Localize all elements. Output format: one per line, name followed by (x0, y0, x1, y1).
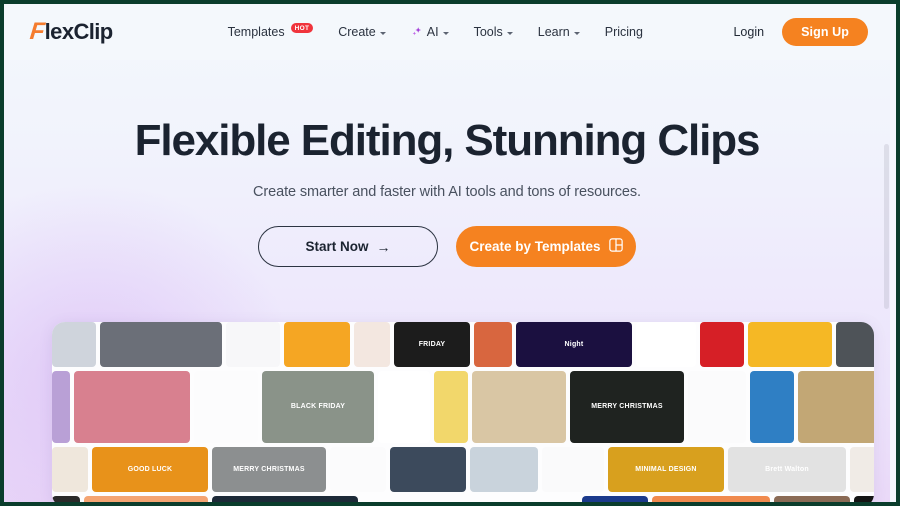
template-thumbnail[interactable] (748, 322, 832, 367)
create-by-templates-button[interactable]: Create by Templates (456, 226, 636, 268)
template-thumbnail-label: Night (564, 340, 584, 348)
template-thumbnail[interactable] (434, 371, 468, 443)
template-thumbnail[interactable] (774, 496, 850, 502)
template-thumbnail[interactable] (378, 371, 430, 443)
template-thumbnail[interactable] (854, 496, 874, 502)
nav-item-ai[interactable]: AI (411, 25, 449, 39)
template-thumbnail[interactable]: BLACK FRIDAY (262, 371, 374, 443)
template-thumbnail-label: BLACK FRIDAY (290, 403, 346, 411)
collage-row (52, 496, 874, 502)
template-thumbnail[interactable] (52, 447, 88, 492)
chevron-down-icon (379, 31, 386, 35)
browser-frame: F lexClip Templates HOT Create AI Tools … (4, 4, 896, 502)
template-thumbnail[interactable] (354, 322, 390, 367)
template-thumbnail[interactable] (52, 322, 96, 367)
template-thumbnail[interactable] (330, 447, 386, 492)
nav-item-templates[interactable]: Templates HOT (227, 23, 314, 39)
nav-label-create: Create (338, 25, 376, 39)
template-thumbnail[interactable] (100, 322, 222, 367)
layout-grid-icon (608, 238, 623, 255)
template-thumbnail[interactable] (636, 322, 696, 367)
template-thumbnail[interactable] (750, 371, 794, 443)
template-thumbnail[interactable]: MINIMAL DESIGN (608, 447, 724, 492)
template-thumbnail[interactable] (284, 322, 350, 367)
template-thumbnail[interactable] (74, 371, 190, 443)
start-now-button[interactable]: Start Now → (258, 226, 438, 268)
template-thumbnail-label: GOOD LUCK (127, 465, 173, 473)
template-thumbnail[interactable] (688, 371, 746, 443)
template-thumbnail[interactable] (472, 371, 566, 443)
hero-section: Flexible Editing, Stunning Clips Create … (4, 60, 890, 268)
template-thumbnail[interactable]: Night (516, 322, 632, 367)
nav-item-create[interactable]: Create (338, 25, 386, 39)
hot-badge: HOT (290, 23, 314, 33)
chevron-down-icon (442, 31, 449, 35)
template-thumbnail[interactable] (84, 496, 208, 502)
logo-wordmark: lexClip (44, 19, 114, 44)
template-collage[interactable]: FRIDAY Night BLACK FRIDAY MERRY CHRISTMAS GO… (52, 322, 874, 502)
page-root: F lexClip Templates HOT Create AI Tools … (4, 4, 890, 502)
collage-row: FRIDAY Night (52, 322, 874, 371)
site-header: F lexClip Templates HOT Create AI Tools … (4, 4, 890, 60)
create-by-templates-label: Create by Templates (469, 239, 601, 255)
nav-label-learn: Learn (537, 25, 570, 39)
template-thumbnail-label: FRIDAY (418, 340, 446, 348)
vertical-scrollbar[interactable] (883, 4, 890, 502)
logo-f-mark: F (28, 18, 46, 45)
template-thumbnail[interactable] (390, 447, 466, 492)
template-thumbnail[interactable] (652, 496, 770, 502)
template-thumbnail[interactable]: FRIDAY (394, 322, 470, 367)
collage-row: GOOD LUCK MERRY CHRISTMAS MINIMAL DESIGN Br… (52, 447, 874, 496)
page-title: Flexible Editing, Stunning Clips (134, 116, 761, 165)
template-thumbnail[interactable]: MERRY CHRISTMAS (212, 447, 326, 492)
collage-row: BLACK FRIDAY MERRY CHRISTMAS (52, 371, 874, 447)
template-thumbnail[interactable] (798, 371, 874, 443)
chevron-down-icon (506, 31, 513, 35)
template-thumbnail[interactable] (582, 496, 648, 502)
start-now-label: Start Now (305, 239, 369, 255)
template-thumbnail[interactable]: MERRY CHRISTMAS (570, 371, 684, 443)
template-thumbnail[interactable] (542, 447, 604, 492)
template-thumbnail-label: MERRY CHRISTMAS (591, 403, 663, 411)
login-link[interactable]: Login (733, 25, 764, 39)
template-thumbnail[interactable] (212, 496, 358, 502)
template-thumbnail-label: MINIMAL DESIGN (635, 465, 697, 473)
nav-label-tools: Tools (473, 25, 503, 39)
template-thumbnail[interactable]: GOOD LUCK (92, 447, 208, 492)
template-thumbnail-label: MERRY CHRISTMAS (233, 465, 305, 473)
hero-cta-row: Start Now → Create by Templates (4, 226, 890, 268)
template-thumbnail[interactable] (850, 447, 874, 492)
arrow-right-icon: → (376, 238, 391, 255)
scrollbar-thumb[interactable] (884, 144, 889, 309)
template-thumbnail[interactable] (470, 447, 538, 492)
template-thumbnail[interactable] (836, 322, 874, 367)
nav-item-pricing[interactable]: Pricing (605, 25, 643, 39)
template-thumbnail[interactable]: Brett Walton (728, 447, 846, 492)
nav-label-templates: Templates (227, 25, 285, 39)
nav-item-tools[interactable]: Tools (474, 25, 513, 39)
sign-up-button[interactable]: Sign Up (782, 18, 868, 46)
template-thumbnail[interactable] (474, 322, 512, 367)
template-thumbnail-label: Brett Walton (765, 465, 809, 473)
hero-subtitle: Create smarter and faster with AI tools … (253, 184, 641, 201)
flexclip-logo[interactable]: F lexClip (28, 18, 114, 45)
template-thumbnail[interactable] (52, 496, 80, 502)
chevron-down-icon (573, 31, 580, 35)
main-navigation: Templates HOT Create AI Tools Learn Pric… (227, 23, 643, 39)
nav-label-ai: AI (426, 25, 439, 39)
template-thumbnail[interactable] (52, 371, 70, 443)
sparkle-icon (411, 26, 423, 38)
header-actions: Login Sign Up (733, 18, 868, 46)
nav-item-learn[interactable]: Learn (538, 25, 580, 39)
nav-label-pricing: Pricing (604, 25, 643, 39)
template-thumbnail[interactable] (194, 371, 258, 443)
template-thumbnail[interactable] (362, 496, 578, 502)
template-thumbnail[interactable] (226, 322, 280, 367)
template-thumbnail[interactable] (700, 322, 744, 367)
